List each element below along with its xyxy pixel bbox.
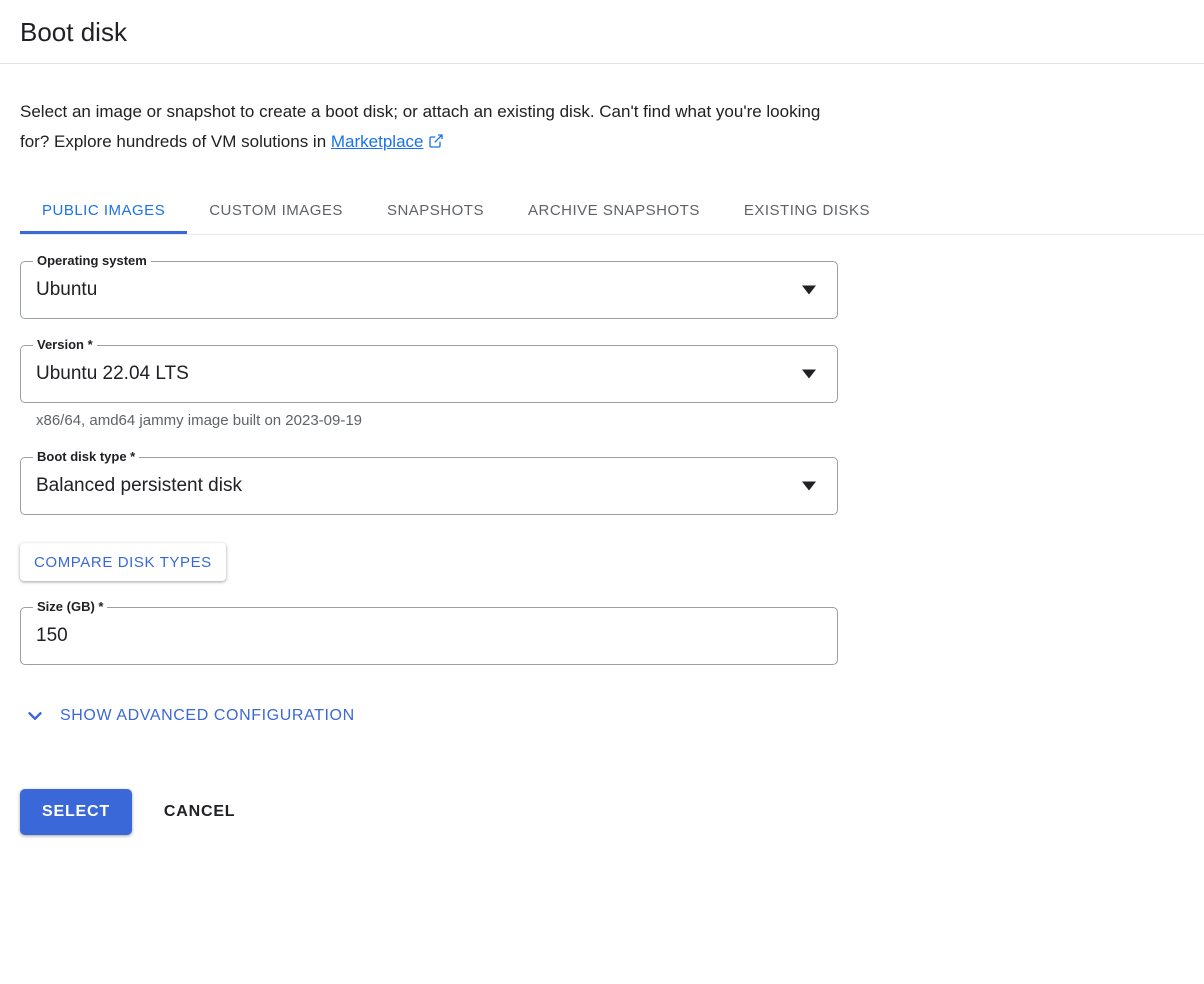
- tab-archive-snapshots[interactable]: ARCHIVE SNAPSHOTS: [506, 186, 722, 234]
- dialog-header: Boot disk: [0, 0, 1204, 64]
- tab-label: EXISTING DISKS: [743, 201, 871, 219]
- version-label: Version *: [33, 337, 97, 353]
- boot-disk-type-select[interactable]: Boot disk type * Balanced persistent dis…: [20, 449, 838, 515]
- tab-label: SNAPSHOTS: [386, 201, 484, 219]
- show-advanced-configuration-label: SHOW ADVANCED CONFIGURATION: [60, 707, 355, 724]
- tab-label: ARCHIVE SNAPSHOTS: [527, 201, 700, 219]
- tab-label: CUSTOM IMAGES: [209, 201, 343, 219]
- tab-snapshots[interactable]: SNAPSHOTS: [365, 186, 506, 234]
- image-source-tabs: PUBLIC IMAGES CUSTOM IMAGES SNAPSHOTS AR…: [20, 185, 1204, 235]
- version-helper-text: x86/64, amd64 jammy image built on 2023-…: [36, 412, 363, 429]
- chevron-down-icon[interactable]: [802, 285, 816, 295]
- marketplace-link[interactable]: Marketplace: [331, 132, 424, 151]
- size-input[interactable]: Size (GB) * 150: [20, 599, 838, 665]
- compare-disk-types-button[interactable]: COMPARE DISK TYPES: [20, 543, 226, 581]
- chevron-down-icon: [24, 705, 46, 727]
- dialog-actions: SELECT CANCEL: [20, 789, 1184, 835]
- boot-disk-dialog: Boot disk Select an image or snapshot to…: [0, 0, 1204, 984]
- tab-label: PUBLIC IMAGES: [42, 201, 166, 219]
- operating-system-label: Operating system: [33, 253, 151, 269]
- tab-custom-images[interactable]: CUSTOM IMAGES: [187, 186, 365, 234]
- operating-system-value: Ubuntu: [36, 279, 98, 300]
- chevron-down-icon[interactable]: [802, 369, 816, 379]
- version-select[interactable]: Version * Ubuntu 22.04 LTS: [20, 337, 838, 403]
- boot-disk-type-label: Boot disk type *: [33, 449, 140, 465]
- size-label: Size (GB) *: [33, 599, 108, 615]
- show-advanced-configuration-toggle[interactable]: SHOW ADVANCED CONFIGURATION: [24, 705, 355, 727]
- chevron-down-icon[interactable]: [802, 481, 816, 491]
- boot-disk-type-value: Balanced persistent disk: [36, 475, 242, 496]
- description-text: Select an image or snapshot to create a …: [20, 97, 830, 159]
- page-title: Boot disk: [20, 16, 127, 47]
- external-link-icon: [428, 129, 444, 159]
- dialog-body: Select an image or snapshot to create a …: [0, 97, 1204, 835]
- select-button[interactable]: SELECT: [20, 789, 132, 835]
- operating-system-select[interactable]: Operating system Ubuntu: [20, 253, 838, 319]
- tab-public-images[interactable]: PUBLIC IMAGES: [20, 186, 188, 234]
- version-value: Ubuntu 22.04 LTS: [36, 363, 189, 384]
- size-value[interactable]: 150: [36, 607, 790, 665]
- tab-existing-disks[interactable]: EXISTING DISKS: [722, 186, 892, 234]
- cancel-button[interactable]: CANCEL: [148, 789, 251, 835]
